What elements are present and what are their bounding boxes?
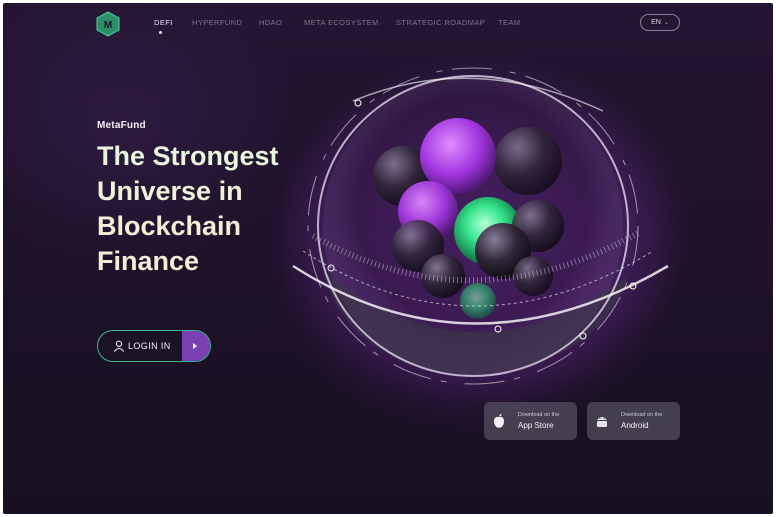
- headline-line: The Strongest: [97, 141, 279, 171]
- nav-item-strategic-roadmap[interactable]: STRATEGIC ROADMAP: [396, 18, 485, 27]
- play-arrow-icon: [193, 343, 197, 349]
- apple-icon: [494, 413, 504, 428]
- app-store-button[interactable]: Download on the App Store: [484, 402, 577, 440]
- nav-item-defi[interactable]: DEFI: [154, 18, 173, 27]
- user-icon: [113, 340, 125, 352]
- brand-name: MetaFund: [97, 120, 146, 131]
- headline-line: Blockchain: [97, 211, 242, 241]
- nav-item-hyperfund[interactable]: HYPERFUND: [192, 18, 242, 27]
- top-nav: M DEFI HYPERFUND HDAO META ECOSYSTEM STR…: [3, 3, 773, 43]
- nav-item-meta-ecosystem[interactable]: META ECOSYSTEM: [304, 18, 379, 27]
- app-store-caption: Download on the: [518, 412, 560, 418]
- login-label: LOGIN IN: [128, 341, 171, 351]
- hero-headline: The Strongest Universe in Blockchain Fin…: [97, 139, 327, 279]
- language-selector[interactable]: EN ⌄: [640, 14, 680, 31]
- hero-orb-illustration: [283, 61, 693, 406]
- nav-item-team[interactable]: TEAM: [498, 18, 520, 27]
- headline-line: Finance: [97, 246, 200, 276]
- android-icon: [597, 417, 607, 427]
- login-arrow: [182, 331, 210, 361]
- chevron-down-icon: ⌄: [663, 20, 669, 26]
- app-store-name: App Store: [518, 421, 554, 430]
- page: M DEFI HYPERFUND HDAO META ECOSYSTEM STR…: [3, 3, 773, 514]
- android-button[interactable]: Download on the Android: [587, 402, 680, 440]
- headline-line: Universe in: [97, 176, 243, 206]
- logo-icon[interactable]: M: [96, 11, 120, 37]
- android-caption: Download on the: [621, 412, 663, 418]
- android-name: Android: [621, 421, 649, 430]
- nav-active-indicator: [159, 31, 162, 34]
- nav-item-hdao[interactable]: HDAO: [259, 18, 282, 27]
- login-button[interactable]: LOGIN IN: [97, 330, 211, 362]
- logo-letter: M: [104, 20, 112, 31]
- language-label: EN: [651, 19, 661, 26]
